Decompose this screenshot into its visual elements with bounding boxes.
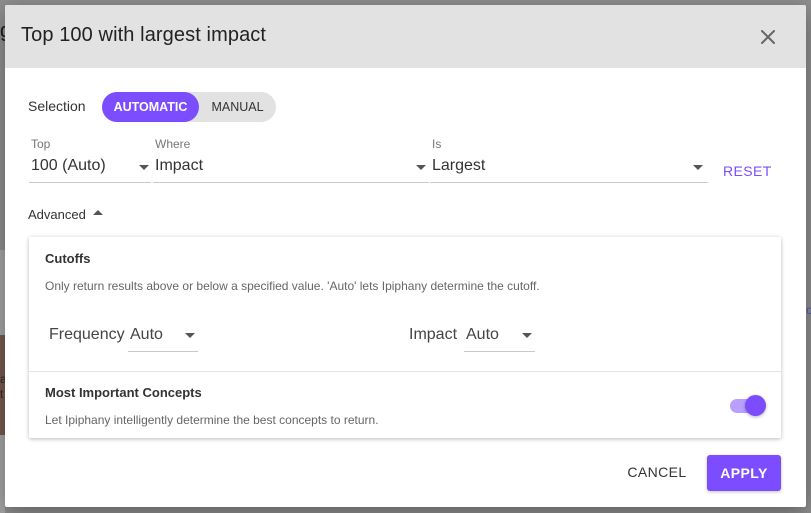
background-partial-link: o xyxy=(806,303,811,317)
where-label: Where xyxy=(155,137,191,151)
switch-thumb xyxy=(745,395,766,416)
where-underline xyxy=(153,182,429,183)
is-label: Is xyxy=(432,137,442,151)
frequency-underline xyxy=(128,351,198,352)
top-underline xyxy=(29,182,151,183)
impact-select[interactable]: Auto xyxy=(464,326,535,352)
manual-toggle-button[interactable]: MANUAL xyxy=(199,92,276,122)
top-chevron-down-icon xyxy=(139,165,149,170)
where-select[interactable]: Where Impact xyxy=(153,137,429,184)
is-value: Largest xyxy=(432,157,486,174)
where-chevron-down-icon xyxy=(416,165,426,170)
cutoffs-title: Cutoffs xyxy=(45,251,91,266)
frequency-value: Auto xyxy=(130,326,163,343)
selection-label: Selection xyxy=(28,98,86,114)
concepts-title: Most Important Concepts xyxy=(45,385,202,400)
dialog-header: Top 100 with largest impact xyxy=(5,5,806,68)
card-divider xyxy=(29,371,781,372)
is-underline xyxy=(430,182,708,183)
chevron-up-icon[interactable] xyxy=(93,210,103,215)
advanced-options-card: Cutoffs Only return results above or bel… xyxy=(29,237,781,438)
impact-label: Impact xyxy=(409,326,458,343)
close-icon[interactable] xyxy=(756,25,780,49)
apply-button[interactable]: APPLY xyxy=(707,455,781,491)
is-chevron-down-icon xyxy=(693,165,703,170)
advanced-toggle[interactable]: Advanced xyxy=(28,207,86,222)
selection-toggle-group: AUTOMATIC MANUAL xyxy=(102,92,276,122)
top-impact-dialog: Top 100 with largest impact Selection AU… xyxy=(5,5,806,507)
impact-chevron-down-icon xyxy=(522,333,532,338)
impact-value: Auto xyxy=(466,326,499,343)
frequency-label: Frequency xyxy=(49,326,125,343)
reset-button[interactable]: RESET xyxy=(723,163,772,179)
frequency-chevron-down-icon xyxy=(185,333,195,338)
is-select[interactable]: Is Largest xyxy=(430,137,708,184)
most-important-concepts-switch[interactable] xyxy=(729,395,767,417)
impact-underline xyxy=(464,351,535,352)
top-select[interactable]: Top 100 (Auto) xyxy=(29,137,151,184)
top-label: Top xyxy=(31,137,51,151)
concepts-description: Let Ipiphany intelligently determine the… xyxy=(45,413,379,427)
cutoffs-description: Only return results above or below a spe… xyxy=(45,279,540,293)
frequency-select[interactable]: Auto xyxy=(128,326,198,352)
automatic-toggle-button[interactable]: AUTOMATIC xyxy=(102,92,199,122)
top-value: 100 (Auto) xyxy=(31,157,106,174)
where-value: Impact xyxy=(155,157,204,174)
dialog-title: Top 100 with largest impact xyxy=(21,24,267,46)
cancel-button[interactable]: CANCEL xyxy=(617,455,697,489)
